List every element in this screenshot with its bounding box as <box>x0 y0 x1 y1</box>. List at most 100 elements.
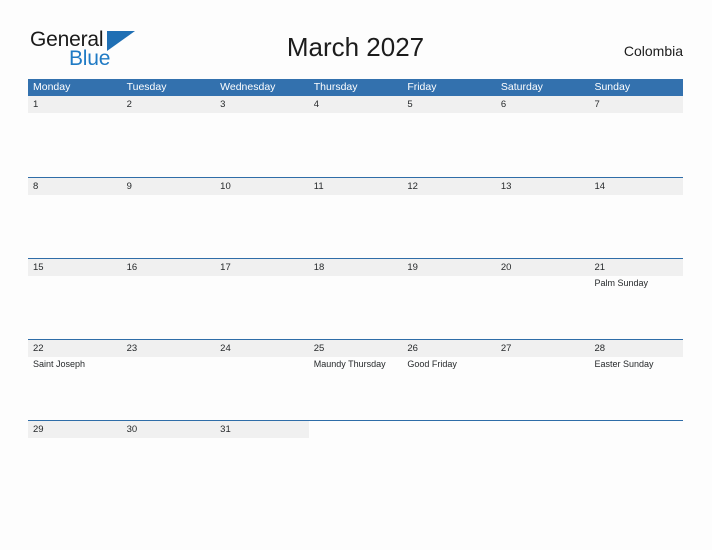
calendar-day-cell[interactable]: 30 <box>121 421 216 501</box>
calendar-day-cell[interactable]: 15 <box>28 259 122 339</box>
day-events: Easter Sunday <box>594 358 680 370</box>
day-number: 20 <box>500 262 512 273</box>
day-number: 16 <box>126 262 138 273</box>
calendar-day-cell[interactable]: 20 <box>495 259 590 339</box>
day-number: 15 <box>33 262 44 273</box>
calendar-day-cell[interactable]: 5 <box>402 96 496 177</box>
day-number: 25 <box>313 343 325 354</box>
calendar-day-cell[interactable]: 8 <box>28 178 122 258</box>
day-number: 31 <box>220 424 231 435</box>
day-number: 8 <box>33 181 39 192</box>
day-number-band <box>308 96 403 113</box>
page-header: General Blue March 2027 Colombia <box>28 26 683 72</box>
day-number: 3 <box>220 99 226 110</box>
calendar-day-cell[interactable]: 17 <box>215 259 309 339</box>
weekday-header-sunday: Sunday <box>594 81 631 93</box>
calendar-day-cell[interactable]: 28 Easter Sunday <box>589 340 684 420</box>
calendar-day-cell[interactable]: 26 Good Friday <box>402 340 496 420</box>
day-number: 22 <box>33 343 44 354</box>
calendar-day-cell[interactable]: 10 <box>215 178 309 258</box>
calendar-page: General Blue March 2027 Colombia Monday T… <box>0 0 712 550</box>
calendar-day-cell-empty <box>402 421 496 501</box>
calendar-week-row: 1 2 3 4 5 6 7 <box>28 96 684 177</box>
calendar-week-row: 22 Saint Joseph 23 24 25 Maundy Thursday 26 Goo… <box>28 339 684 420</box>
calendar-day-cell[interactable]: 18 <box>308 259 403 339</box>
weekday-header-saturday: Saturday <box>500 81 543 93</box>
day-number: 24 <box>220 343 231 354</box>
calendar-day-cell[interactable]: 22 Saint Joseph <box>28 340 122 420</box>
calendar-day-cell[interactable]: 2 <box>121 96 216 177</box>
weekday-header-tuesday: Tuesday <box>126 81 167 93</box>
calendar-day-cell[interactable]: 24 <box>215 340 309 420</box>
weekday-header-wednesday: Wednesday <box>220 81 276 93</box>
holiday-event-label: Maundy Thursday <box>313 359 386 369</box>
day-number: 30 <box>126 424 138 435</box>
day-number: 18 <box>313 262 325 273</box>
day-number-band <box>28 96 122 113</box>
day-number: 29 <box>33 424 44 435</box>
calendar-day-cell[interactable]: 16 <box>121 259 216 339</box>
calendar-day-cell[interactable]: 11 <box>308 178 403 258</box>
weekday-header-monday: Monday <box>33 81 71 93</box>
calendar-day-cell[interactable]: 13 <box>495 178 590 258</box>
calendar-day-cell[interactable]: 21 Palm Sunday <box>589 259 684 339</box>
calendar-day-cell[interactable]: 6 <box>495 96 590 177</box>
calendar-day-cell[interactable]: 12 <box>402 178 496 258</box>
day-number: 10 <box>220 181 231 192</box>
day-number: 17 <box>220 262 231 273</box>
day-number: 6 <box>500 99 507 110</box>
calendar-grid: Monday Tuesday Wednesday Thursday Friday Satu… <box>28 79 684 501</box>
day-number-band <box>402 421 496 438</box>
calendar-day-cell[interactable]: 29 <box>28 421 122 501</box>
calendar-week-row: 15 16 17 18 19 20 21 Palm Sunday <box>28 258 684 339</box>
day-number-band <box>495 96 590 113</box>
day-number: 4 <box>313 99 320 110</box>
day-number-band <box>215 96 309 113</box>
holiday-event-label: Good Friday <box>407 359 457 369</box>
calendar-day-cell[interactable]: 19 <box>402 259 496 339</box>
calendar-weeks: 1 2 3 4 5 6 7 8 9 10 11 12 13 14 15 16 17 18 19 20 21 Palm Su… <box>28 96 684 501</box>
day-number-band <box>121 178 216 195</box>
day-events: Good Friday <box>407 358 493 370</box>
calendar-day-cell-empty <box>308 421 403 501</box>
day-number: 7 <box>594 99 600 110</box>
calendar-week-row: 8 9 10 11 12 13 14 <box>28 177 684 258</box>
calendar-day-cell[interactable]: 1 <box>28 96 122 177</box>
calendar-day-cell[interactable]: 3 <box>215 96 309 177</box>
day-number: 1 <box>33 99 39 110</box>
day-number: 26 <box>407 343 418 354</box>
weekday-header-thursday: Thursday <box>313 81 358 93</box>
calendar-day-cell-empty <box>495 421 590 501</box>
country-label: Colombia <box>623 43 683 59</box>
day-number-band <box>308 421 403 438</box>
calendar-day-cell[interactable]: 23 <box>121 340 216 420</box>
day-number-band <box>402 96 496 113</box>
calendar-day-cell[interactable]: 9 <box>121 178 216 258</box>
calendar-day-cell[interactable]: 4 <box>308 96 403 177</box>
weekday-header-row: Monday Tuesday Wednesday Thursday Friday Satu… <box>28 79 683 96</box>
day-number: 28 <box>594 343 606 354</box>
day-events: Palm Sunday <box>594 277 680 289</box>
day-events: Maundy Thursday <box>314 358 400 370</box>
day-number: 19 <box>407 262 418 273</box>
day-number: 9 <box>126 181 132 192</box>
day-number-band <box>589 96 684 113</box>
day-number-band <box>589 421 684 438</box>
calendar-day-cell[interactable]: 27 <box>495 340 590 420</box>
day-number: 14 <box>594 181 606 192</box>
day-number: 27 <box>500 343 512 354</box>
calendar-week-row: 29 30 31 <box>28 420 684 501</box>
day-number-band <box>495 421 590 438</box>
day-number: 21 <box>594 262 606 273</box>
holiday-event-label: Palm Sunday <box>594 278 648 288</box>
calendar-day-cell[interactable]: 31 <box>215 421 309 501</box>
day-events: Saint Joseph <box>33 358 119 370</box>
calendar-day-cell[interactable]: 25 Maundy Thursday <box>308 340 403 420</box>
day-number: 5 <box>407 99 413 110</box>
day-number: 2 <box>126 99 132 110</box>
calendar-day-cell[interactable]: 14 <box>589 178 684 258</box>
weekday-header-friday: Friday <box>407 81 437 93</box>
calendar-day-cell[interactable]: 7 <box>589 96 684 177</box>
day-number: 12 <box>407 181 418 192</box>
calendar-day-cell-empty <box>589 421 684 501</box>
